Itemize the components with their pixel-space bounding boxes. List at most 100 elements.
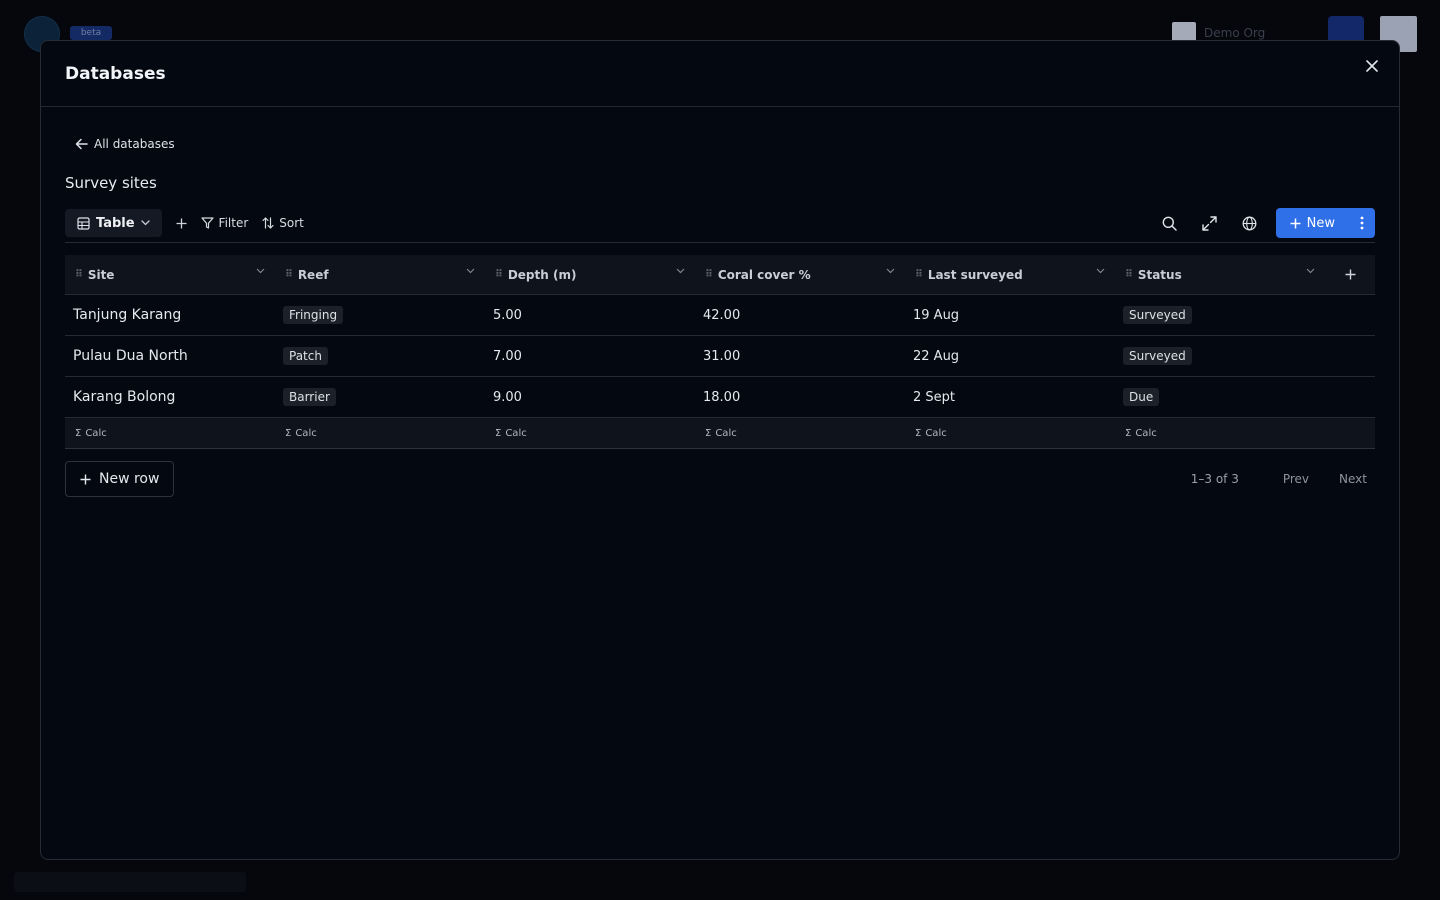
add-column-button[interactable] <box>1325 255 1375 295</box>
cell-last-surveyed[interactable]: 19 Aug <box>905 308 1115 323</box>
search-button[interactable] <box>1156 209 1184 237</box>
plus-icon <box>1345 269 1355 280</box>
cell-reef[interactable]: Fringing <box>275 306 485 324</box>
add-view-button[interactable] <box>176 218 187 229</box>
cell-depth[interactable]: 7.00 <box>485 349 695 364</box>
sigma-icon: Σ <box>285 427 292 439</box>
column-label: Status <box>1137 267 1182 282</box>
calc-status[interactable]: Σ Calc <box>1115 428 1325 439</box>
all-databases-label: All databases <box>94 137 175 151</box>
share-button[interactable] <box>1236 209 1264 237</box>
calc-label: Calc <box>295 427 317 439</box>
search-icon <box>1162 216 1177 231</box>
database-toolbar: Table Filter Sort New <box>65 208 1375 238</box>
calc-last-surveyed[interactable]: Σ Calc <box>905 428 1115 439</box>
column-header-depth[interactable]: ⠿ Depth (m) <box>485 255 695 295</box>
calc-reef[interactable]: Σ Calc <box>275 428 485 439</box>
new-row-button[interactable]: New row <box>65 461 175 497</box>
column-header-last-surveyed[interactable]: ⠿ Last surveyed <box>905 255 1115 295</box>
cell-reef[interactable]: Barrier <box>275 388 485 406</box>
column-label: Reef <box>297 267 329 282</box>
view-label: Table <box>96 215 135 231</box>
sort-icon <box>262 217 274 229</box>
status-badge: Surveyed <box>1123 306 1192 324</box>
calc-label: Calc <box>505 427 527 439</box>
record-count: 1–3 of 3 <box>1190 472 1239 486</box>
column-header-reef[interactable]: ⠿ Reef <box>275 255 485 295</box>
modal-body: All databases Survey sites Table Filter … <box>41 107 1399 497</box>
calc-label: Calc <box>925 427 947 439</box>
calc-coral-cover[interactable]: Σ Calc <box>695 428 905 439</box>
cell-last-surveyed[interactable]: 2 Sept <box>905 390 1115 405</box>
table-row[interactable]: Tanjung Karang Fringing 5.00 42.00 19 Au… <box>65 295 1375 336</box>
column-label: Depth (m) <box>507 267 577 282</box>
status-badge: Surveyed <box>1123 347 1192 365</box>
column-label: Last surveyed <box>927 267 1023 282</box>
plus-icon <box>176 218 187 228</box>
drag-handle-icon[interactable]: ⠿ <box>285 269 293 280</box>
toolbar-actions: New <box>1156 208 1375 238</box>
next-page-button[interactable]: Next <box>1331 472 1375 486</box>
chevron-down-icon <box>256 268 265 273</box>
chevron-down-icon <box>140 220 150 226</box>
filter-icon <box>200 217 214 229</box>
close-button[interactable] <box>1361 55 1383 77</box>
cell-reef[interactable]: Patch <box>275 347 485 365</box>
cell-coral-cover[interactable]: 18.00 <box>695 390 905 405</box>
cell-status[interactable]: Due <box>1115 388 1325 406</box>
expand-icon <box>1202 215 1217 231</box>
table-row[interactable]: Pulau Dua North Patch 7.00 31.00 22 Aug … <box>65 336 1375 377</box>
drag-handle-icon[interactable]: ⠿ <box>705 269 713 280</box>
chevron-down-icon <box>466 268 475 273</box>
modal-header: Databases <box>41 41 1399 107</box>
column-header-site[interactable]: ⠿ Site <box>65 255 275 295</box>
background-footer <box>14 872 246 892</box>
drag-handle-icon[interactable]: ⠿ <box>915 269 923 280</box>
cell-status[interactable]: Surveyed <box>1115 306 1325 324</box>
sigma-icon: Σ <box>1125 427 1132 439</box>
drag-handle-icon[interactable]: ⠿ <box>495 269 503 280</box>
column-header-status[interactable]: ⠿ Status <box>1115 255 1325 295</box>
column-header-coral-cover[interactable]: ⠿ Coral cover % <box>695 255 905 295</box>
filter-button[interactable]: Filter <box>200 216 249 230</box>
sort-button[interactable]: Sort <box>262 216 304 230</box>
cell-coral-cover[interactable]: 42.00 <box>695 308 905 323</box>
plus-icon <box>80 474 91 484</box>
all-databases-link[interactable]: All databases <box>75 137 175 151</box>
sigma-icon: Σ <box>915 427 922 439</box>
reef-tag: Barrier <box>283 388 336 406</box>
calc-site[interactable]: Σ Calc <box>65 428 275 439</box>
database-title: Survey sites <box>65 174 157 192</box>
beta-badge: beta <box>70 26 112 40</box>
new-record-button[interactable]: New <box>1276 208 1349 238</box>
filter-label: Filter <box>218 216 249 230</box>
new-options-button[interactable] <box>1349 208 1375 238</box>
drag-handle-icon[interactable]: ⠿ <box>75 269 83 280</box>
prev-page-button[interactable]: Prev <box>1275 472 1317 486</box>
calc-label: Calc <box>85 427 107 439</box>
table-footer: New row 1–3 of 3 Prev Next <box>65 461 1375 497</box>
cell-depth[interactable]: 5.00 <box>485 308 695 323</box>
sigma-icon: Σ <box>495 427 502 439</box>
column-label: Site <box>87 267 115 282</box>
cell-depth[interactable]: 9.00 <box>485 390 695 405</box>
cell-site[interactable]: Tanjung Karang <box>65 307 275 323</box>
plus-icon <box>1290 218 1301 228</box>
records-table: ⠿ Site ⠿ Reef ⠿ Depth (m) ⠿ Coral cover … <box>65 255 1375 449</box>
modal-title: Databases <box>65 63 166 84</box>
cell-site[interactable]: Pulau Dua North <box>65 348 275 364</box>
cell-coral-cover[interactable]: 31.00 <box>695 349 905 364</box>
view-selector-button[interactable]: Table <box>65 209 162 237</box>
cell-last-surveyed[interactable]: 22 Aug <box>905 349 1115 364</box>
arrow-left-icon <box>75 138 88 150</box>
new-label: New <box>1306 215 1335 231</box>
drag-handle-icon[interactable]: ⠿ <box>1125 269 1133 280</box>
chevron-down-icon <box>886 268 895 273</box>
cell-status[interactable]: Surveyed <box>1115 347 1325 365</box>
calc-depth[interactable]: Σ Calc <box>485 428 695 439</box>
sigma-icon: Σ <box>705 427 712 439</box>
chevron-down-icon <box>676 268 685 273</box>
expand-button[interactable] <box>1196 209 1224 237</box>
table-row[interactable]: Karang Bolong Barrier 9.00 18.00 2 Sept … <box>65 377 1375 418</box>
cell-site[interactable]: Karang Bolong <box>65 389 275 405</box>
